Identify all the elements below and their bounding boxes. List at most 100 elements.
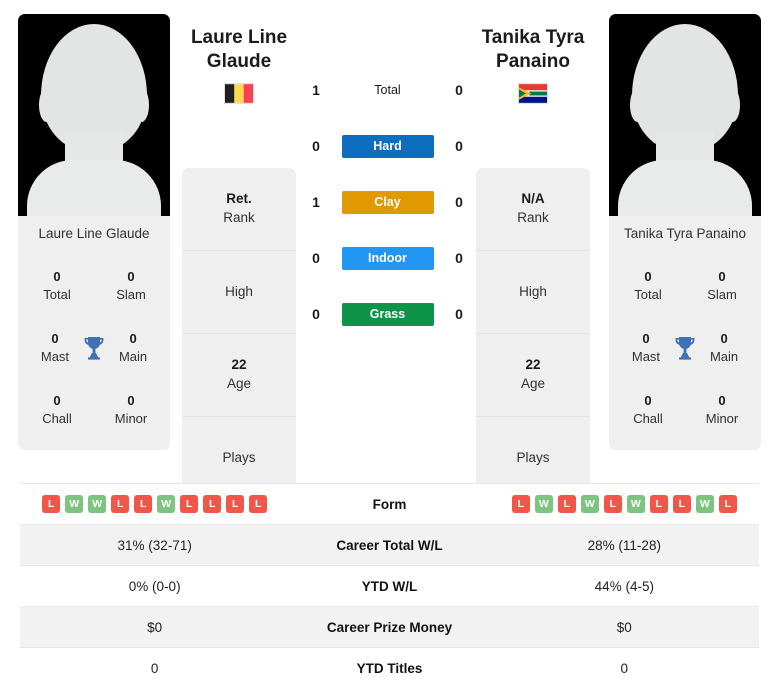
stat-label: Slam (707, 287, 737, 302)
player-card-left[interactable]: Laure Line Glaude 0 Total 0 Slam 0 Mast (18, 14, 170, 450)
value-left: $0 (20, 606, 290, 648)
form-badge-loss[interactable]: L (718, 495, 737, 513)
table-row-ytd-titles: 0 YTD Titles 0 (20, 647, 759, 689)
value-right: 44% (4-5) (489, 565, 759, 607)
stat-label: Slam (116, 287, 146, 302)
h2h-left-score: 1 (312, 82, 320, 98)
stat-label: Chall (633, 411, 663, 426)
avatar-shoulders (27, 160, 161, 216)
h2h-row-total: 1 Total 0 (300, 62, 475, 118)
comparison-header-area: Laure Line Glaude 0 Total 0 Slam 0 Mast (0, 0, 779, 500)
form-badge-win[interactable]: W (65, 495, 84, 513)
form-badge-loss[interactable]: L (111, 495, 130, 513)
h2h-right-score: 0 (455, 194, 463, 210)
info-value: 22 (231, 357, 247, 373)
form-badge-loss[interactable]: L (672, 495, 691, 513)
player-card-right[interactable]: Tanika Tyra Panaino 0 Total 0 Slam 0 Mas… (609, 14, 761, 450)
h2h-surface-clay: Clay (341, 190, 434, 214)
h2h-surface-label: Total (374, 82, 401, 97)
h2h-surface-grass: Grass (341, 302, 434, 326)
player-name-left-line2: Glaude (206, 50, 272, 72)
form-badge-loss[interactable]: L (557, 495, 576, 513)
stat-value: 0 (53, 393, 61, 409)
form-badge-win[interactable]: W (157, 495, 176, 513)
avatar-ear-right (134, 88, 149, 122)
stat-value: 0 (129, 331, 137, 347)
avatar-ear-left (630, 88, 645, 122)
table-row-career-prize: $0 Career Prize Money $0 (20, 606, 759, 648)
player-heading-right: Tanika Tyra Panaino (453, 26, 613, 104)
titles-row: 0 Chall 0 Minor (18, 378, 170, 440)
stat-value: 0 (644, 393, 652, 409)
h2h-surface-hard: Hard (341, 134, 434, 158)
info-rank-left: Ret. Rank (182, 168, 296, 251)
row-label: YTD Titles (289, 647, 490, 689)
trophy-icon (82, 333, 106, 363)
info-high-right: High (476, 251, 590, 334)
stat-value: 0 (642, 331, 650, 347)
info-label: High (225, 283, 253, 299)
titles-slam-left: 0 Slam (102, 268, 160, 303)
stat-label: Main (709, 349, 739, 364)
table-row-ytd-wl: 0% (0-0) YTD W/L 44% (4-5) (20, 565, 759, 607)
info-label: Rank (517, 210, 549, 225)
form-badge-loss[interactable]: L (249, 495, 268, 513)
h2h-left-score: 0 (312, 138, 320, 154)
form-badge-win[interactable]: W (534, 495, 553, 513)
player-comparison-page: Laure Line Glaude 0 Total 0 Slam 0 Mast (0, 0, 779, 699)
info-age-right: 22 Age (476, 334, 590, 417)
form-badge-loss[interactable]: L (603, 495, 622, 513)
titles-slam-right: 0 Slam (693, 268, 751, 303)
info-label: High (519, 283, 547, 299)
titles-row: 0 Mast 0 Main (609, 316, 761, 378)
player-name-right-line1: Tanika Tyra (481, 27, 585, 48)
player-heading-left: Laure Line Glaude (159, 26, 319, 104)
form-badge-win[interactable]: W (626, 495, 645, 513)
info-value: 22 (525, 357, 541, 373)
form-badge-loss[interactable]: L (42, 495, 61, 513)
form-badge-loss[interactable]: L (203, 495, 222, 513)
table-row-career-wl: 31% (32-71) Career Total W/L 28% (11-28) (20, 524, 759, 566)
stat-value: 0 (644, 269, 652, 285)
player-card-name-right: Tanika Tyra Panaino (609, 216, 761, 252)
row-label: YTD W/L (289, 565, 490, 607)
stat-value: 0 (718, 269, 726, 285)
h2h-left-score: 0 (312, 306, 320, 322)
player-card-name-left: Laure Line Glaude (18, 216, 170, 252)
stat-label: Minor (705, 411, 739, 426)
h2h-right-score: 0 (455, 138, 463, 154)
form-badge-win[interactable]: W (580, 495, 599, 513)
form-badge-loss[interactable]: L (180, 495, 199, 513)
info-label: Plays (516, 450, 550, 466)
h2h-row-grass: 0 Grass 0 (300, 286, 475, 342)
row-label: Career Prize Money (289, 606, 490, 648)
form-badge-win[interactable]: W (695, 495, 714, 513)
h2h-left-score: 1 (312, 194, 320, 210)
value-right: 0 (489, 647, 759, 689)
avatar-ear-right (725, 88, 740, 122)
titles-main-left: 0 Main (106, 330, 160, 365)
player-name-left-line1: Laure Line (190, 27, 288, 48)
h2h-right-score: 0 (455, 306, 463, 322)
h2h-surface-indoor: Indoor (341, 246, 434, 270)
h2h-row-indoor: 0 Indoor 0 (300, 230, 475, 286)
titles-main-right: 0 Main (697, 330, 751, 365)
h2h-left-score: 0 (312, 250, 320, 266)
value-left: 0% (0-0) (20, 565, 290, 607)
stat-label: Mast (40, 349, 70, 364)
titles-chall-right: 0 Chall (619, 392, 677, 427)
titles-row: 0 Total 0 Slam (609, 254, 761, 316)
player-name-right-line2: Panaino (496, 50, 570, 72)
avatar-left (18, 14, 170, 216)
form-badge-win[interactable]: W (88, 495, 107, 513)
form-badge-loss[interactable]: L (511, 495, 530, 513)
info-label: Rank (223, 210, 255, 225)
form-badge-loss[interactable]: L (134, 495, 153, 513)
titles-minor-right: 0 Minor (693, 392, 751, 427)
form-badge-loss[interactable]: L (649, 495, 668, 513)
stat-label: Main (118, 349, 148, 364)
form-badge-loss[interactable]: L (226, 495, 245, 513)
row-label: Form (289, 483, 490, 525)
avatar-ear-left (39, 88, 54, 122)
titles-chall-left: 0 Chall (28, 392, 86, 427)
